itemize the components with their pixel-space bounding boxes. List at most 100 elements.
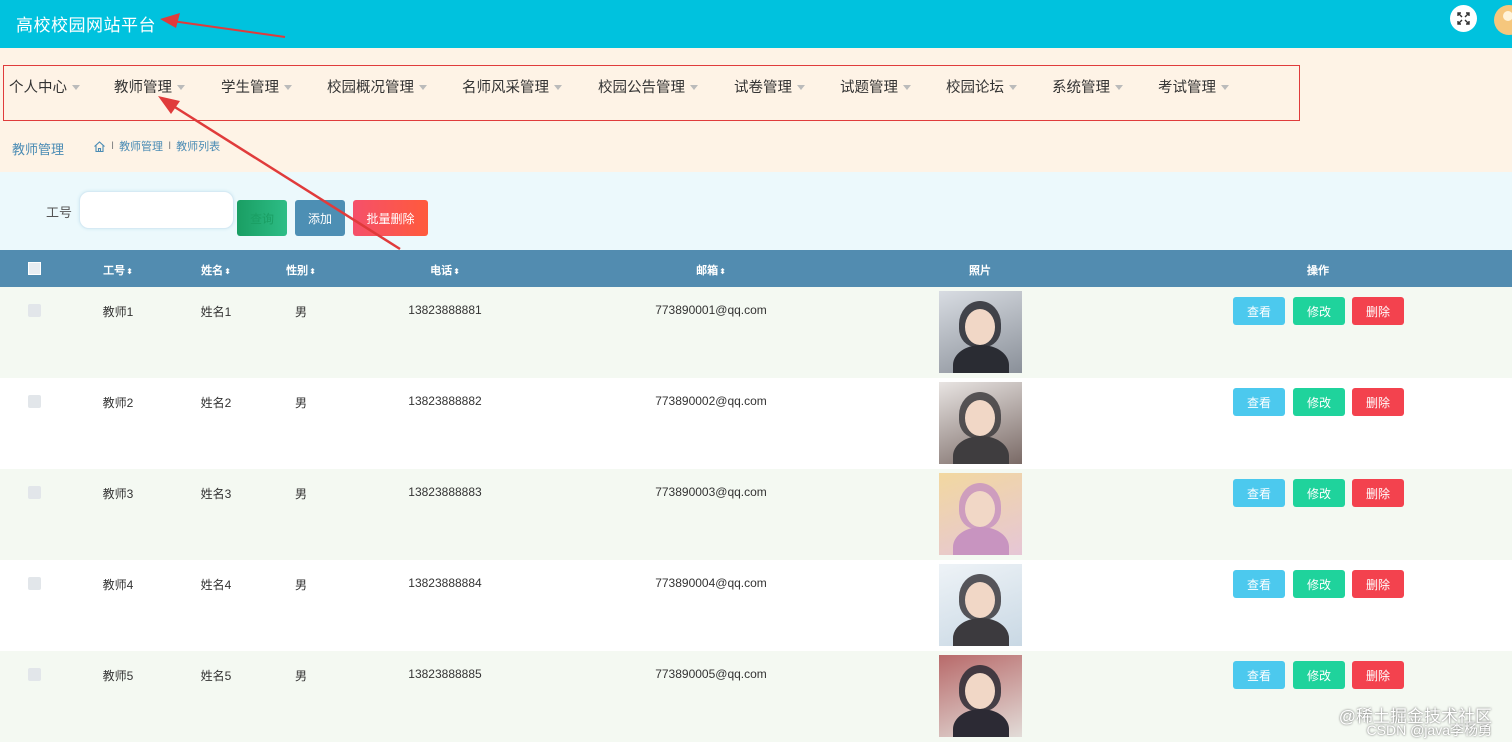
chevron-down-icon [554,84,562,90]
view-button[interactable]: 查看 [1233,661,1285,689]
row-checkbox[interactable] [28,577,41,590]
view-button[interactable]: 查看 [1233,570,1285,598]
breadcrumb-item[interactable]: 教师管理 [119,138,163,154]
menu-item[interactable]: 试题管理 [840,75,911,97]
cell-gonghao: 教师2 [102,396,134,410]
menu-item[interactable]: 个人中心 [9,75,80,97]
cell-email: 773890002@qq.com [655,394,767,408]
column-header-email[interactable]: 邮箱⬍ [696,262,726,278]
query-button[interactable]: 查询 [237,200,287,236]
delete-button[interactable]: 删除 [1352,297,1404,325]
chevron-down-icon [1009,84,1017,90]
table-row: 教师2 姓名2 男 13823888882 773890002@qq.com 查看 修改 删除 [0,378,1512,469]
view-button[interactable]: 查看 [1233,479,1285,507]
teacher-photo [939,382,1022,464]
edit-button[interactable]: 修改 [1293,661,1345,689]
view-button[interactable]: 查看 [1233,388,1285,416]
sort-icon: ⬍ [126,267,133,276]
menu-item[interactable]: 教师管理 [114,75,185,97]
column-header-gender[interactable]: 性别⬍ [286,262,316,278]
menu-item-label: 校园概况管理 [327,79,414,96]
edit-button[interactable]: 修改 [1293,388,1345,416]
column-header-label: 工号 [103,265,126,277]
teacher-photo [939,655,1022,737]
menu-item[interactable]: 校园论坛 [946,75,1017,97]
column-header-phone[interactable]: 电话⬍ [430,262,460,278]
cell-phone: 13823888882 [408,394,482,408]
sort-icon: ⬍ [309,267,316,276]
cell-gender: 男 [294,305,308,319]
delete-button[interactable]: 删除 [1352,570,1404,598]
cell-phone: 13823888883 [408,485,482,499]
row-checkbox[interactable] [28,668,41,681]
search-label: 工号 [46,205,73,220]
cell-phone: 13823888884 [408,576,482,590]
menu-item-label: 校园论坛 [946,79,1004,96]
menu-item[interactable]: 名师风采管理 [462,75,562,97]
menu-item-label: 教师管理 [114,79,172,96]
column-header-label: 姓名 [201,265,224,277]
chevron-down-icon [903,84,911,90]
cell-gonghao: 教师5 [102,669,134,683]
menu-item-label: 系统管理 [1052,79,1110,96]
delete-button[interactable]: 删除 [1352,479,1404,507]
menu-item[interactable]: 校园公告管理 [598,75,698,97]
cell-email: 773890005@qq.com [655,667,767,681]
breadcrumb-separator: I [168,140,172,152]
menu-item[interactable]: 学生管理 [221,75,292,97]
column-header-photo: 照片 [969,265,991,277]
chevron-down-icon [72,84,80,90]
select-all-checkbox[interactable] [28,262,41,275]
cell-phone: 13823888881 [408,303,482,317]
menu-item[interactable]: 校园概况管理 [327,75,427,97]
column-header-gonghao[interactable]: 工号⬍ [103,262,133,278]
column-header-actions: 操作 [1307,265,1329,277]
teacher-photo [939,564,1022,646]
delete-button[interactable]: 删除 [1352,661,1404,689]
teacher-photo [939,473,1022,555]
breadcrumb-separator: I [111,140,115,152]
cell-name: 姓名4 [200,578,232,592]
home-icon[interactable] [93,140,106,153]
fullscreen-glyph [1457,12,1470,25]
table-row: 教师4 姓名4 男 13823888884 773890004@qq.com 查看 修改 删除 [0,560,1512,651]
app-title: 高校校园网站平台 [16,16,156,35]
cell-phone: 13823888885 [408,667,482,681]
menu-item-label: 名师风采管理 [462,79,549,96]
row-checkbox[interactable] [28,486,41,499]
column-header-name[interactable]: 姓名⬍ [201,262,231,278]
teacher-photo [939,291,1022,373]
batch-delete-button[interactable]: 批量删除 [353,200,428,236]
sort-icon: ⬍ [224,267,231,276]
cell-gender: 男 [294,578,308,592]
delete-button[interactable]: 删除 [1352,388,1404,416]
user-avatar-icon[interactable] [1494,5,1512,35]
fullscreen-icon[interactable] [1450,5,1477,32]
table-header: 工号⬍ 姓名⬍ 性别⬍ 电话⬍ 邮箱⬍ 照片 操作 [0,250,1512,287]
menu-item-label: 个人中心 [9,79,67,96]
view-button[interactable]: 查看 [1233,297,1285,325]
row-checkbox[interactable] [28,395,41,408]
menu-item-label: 试题管理 [840,79,898,96]
chevron-down-icon [419,84,427,90]
watermark-line: CSDN @java李杨勇 [1366,722,1492,738]
breadcrumb: I 教师管理 I 教师列表 [93,138,220,154]
menu-item[interactable]: 系统管理 [1052,75,1123,97]
add-button[interactable]: 添加 [295,200,345,236]
menu-item-label: 校园公告管理 [598,79,685,96]
edit-button[interactable]: 修改 [1293,570,1345,598]
gonghao-search-input[interactable] [79,191,234,229]
cell-gonghao: 教师1 [102,305,134,319]
menu-item[interactable]: 试卷管理 [734,75,805,97]
row-checkbox[interactable] [28,304,41,317]
chevron-down-icon [284,84,292,90]
table-row: 教师1 姓名1 男 13823888881 773890001@qq.com 查看 修改 删除 [0,287,1512,378]
cell-gender: 男 [294,669,308,683]
menu-item-label: 学生管理 [221,79,279,96]
edit-button[interactable]: 修改 [1293,297,1345,325]
menu-item[interactable]: 考试管理 [1158,75,1229,97]
sort-icon: ⬍ [453,267,460,276]
edit-button[interactable]: 修改 [1293,479,1345,507]
search-bar: 工号 [0,172,1512,250]
menu-item-label: 试卷管理 [734,79,792,96]
